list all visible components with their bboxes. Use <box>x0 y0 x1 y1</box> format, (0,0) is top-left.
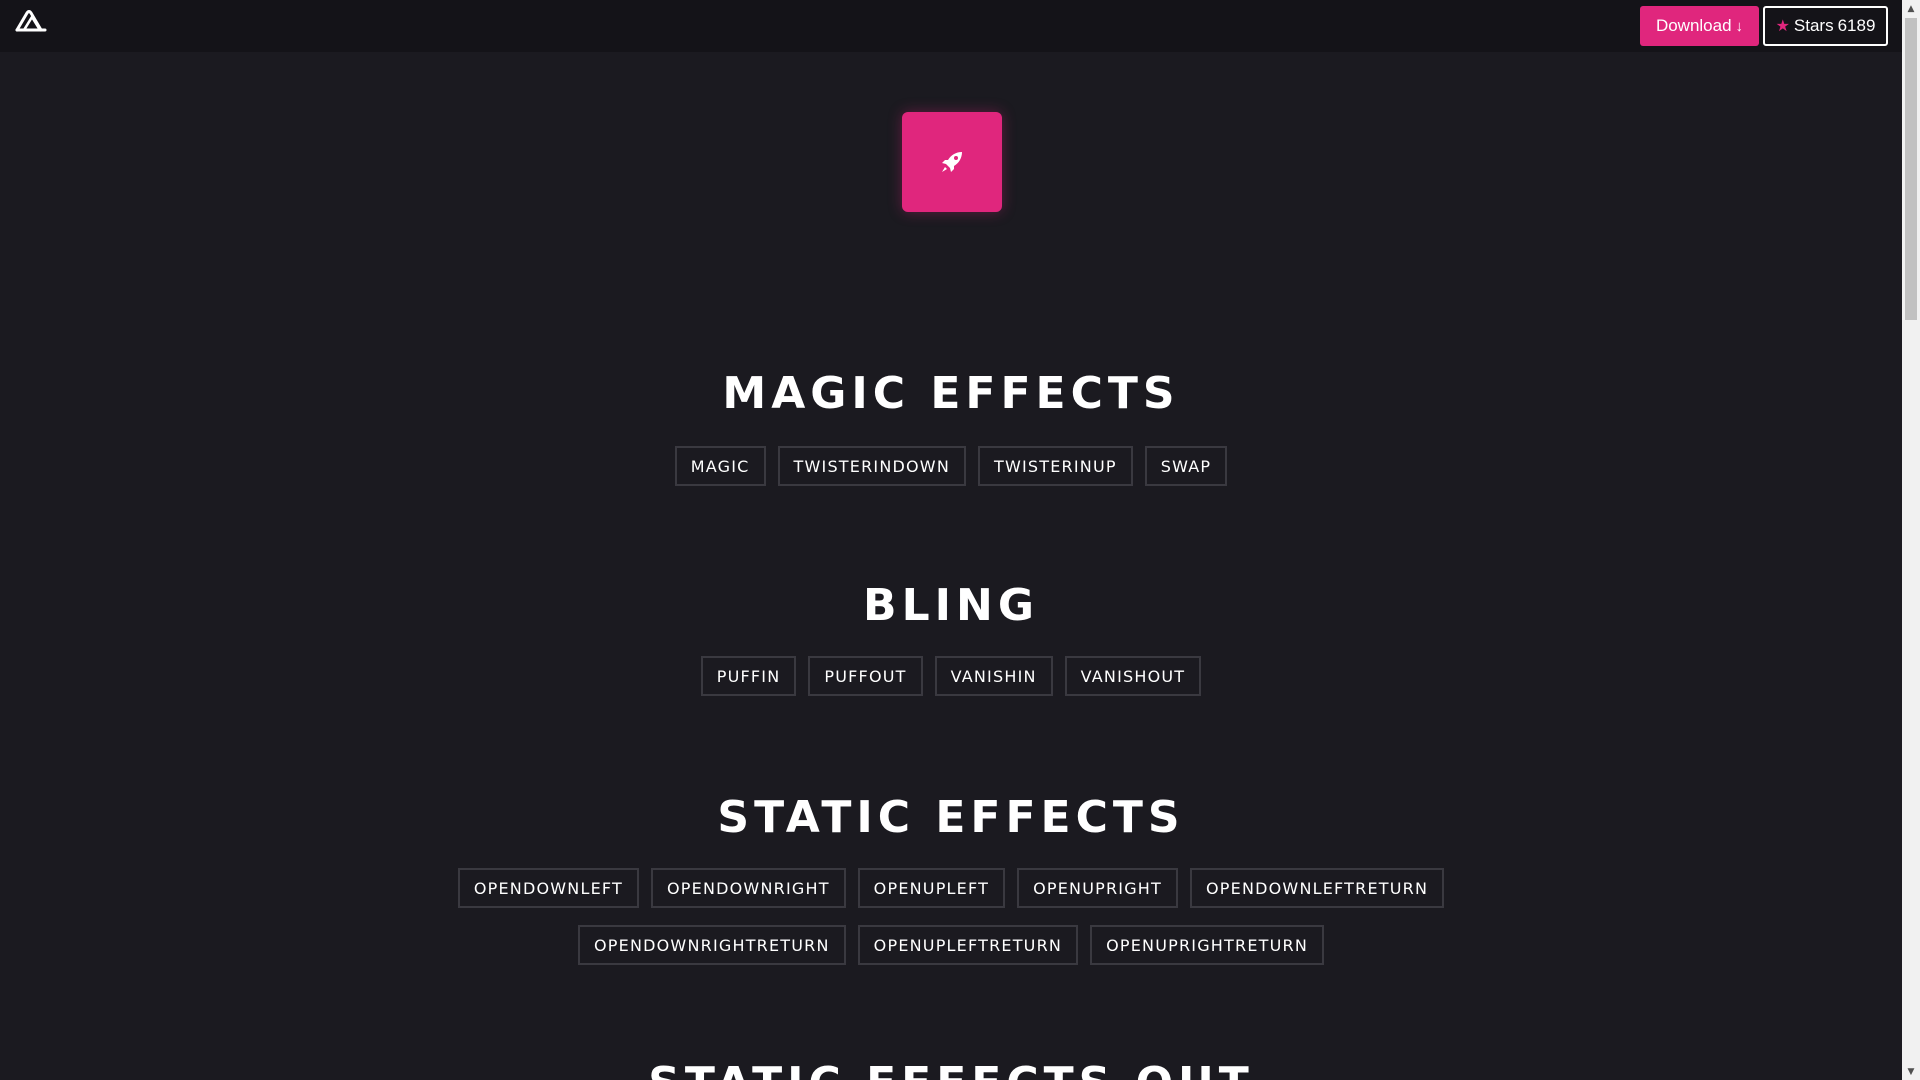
effect-button-puffout[interactable]: PUFFOUT <box>808 656 923 696</box>
effect-button-puffin[interactable]: PUFFIN <box>700 656 797 696</box>
scroll-down-arrow-icon[interactable]: ▼ <box>1902 1063 1920 1080</box>
effect-button-twisterinup[interactable]: TWISTERINUP <box>978 446 1133 486</box>
page: Download ↓ ★ Stars 6189 MAGIC EFFECTS MA… <box>0 0 1920 1080</box>
download-label: Download <box>1655 16 1732 35</box>
github-stars-button[interactable]: ★ Stars 6189 <box>1763 6 1888 46</box>
scroll-up-arrow-icon[interactable]: ▲ <box>1902 0 1920 17</box>
section-title: STATIC EFFECTS <box>717 792 1185 843</box>
button-row: MAGIC TWISTERINDOWN TWISTERINUP SWAP <box>0 446 1902 486</box>
effect-button-magic[interactable]: MAGIC <box>674 446 766 486</box>
effect-button-opendownrightreturn[interactable]: OPENDOWNRIGHTRETURN <box>578 925 846 965</box>
section-title-static-effects-out: STATIC EFFECTS OUT <box>0 1058 1902 1080</box>
effect-button-openuprightreturn[interactable]: OPENUPRIGHTRETURN <box>1090 925 1324 965</box>
section-bling: BLING PUFFIN PUFFOUT VANISHIN VANISHOUT <box>0 580 1902 696</box>
effect-button-opendownright[interactable]: OPENDOWNRIGHT <box>651 868 846 908</box>
top-navbar: Download ↓ ★ Stars 6189 <box>0 0 1902 52</box>
stars-label: Stars <box>1793 16 1834 35</box>
effect-button-vanishin[interactable]: VANISHIN <box>934 656 1053 696</box>
effect-button-openupleft[interactable]: OPENUPLEFT <box>857 868 1006 908</box>
star-icon: ★ <box>1775 18 1790 35</box>
effect-button-twisterindown[interactable]: TWISTERINDOWN <box>777 446 966 486</box>
effect-button-opendownleft[interactable]: OPENDOWNLEFT <box>457 868 639 908</box>
effect-button-swap[interactable]: SWAP <box>1144 446 1228 486</box>
rocket-icon <box>942 152 962 172</box>
download-button[interactable]: Download ↓ <box>1640 6 1759 46</box>
section-magic-effects: MAGIC EFFECTS MAGIC TWISTERINDOWN TWISTE… <box>0 368 1902 486</box>
button-row: PUFFIN PUFFOUT VANISHIN VANISHOUT <box>0 656 1902 696</box>
button-row: OPENDOWNLEFT OPENDOWNRIGHT OPENUPLEFT OP… <box>0 868 1902 908</box>
section-title: MAGIC EFFECTS <box>722 368 1180 419</box>
vertical-scrollbar[interactable]: ▲ ▼ <box>1902 0 1920 1080</box>
effect-button-openupleftreturn[interactable]: OPENUPLEFTRETURN <box>857 925 1079 965</box>
section-static-effects: STATIC EFFECTS OPENDOWNLEFT OPENDOWNRIGH… <box>0 792 1902 965</box>
scrollbar-thumb[interactable] <box>1905 18 1917 320</box>
stars-count: 6189 <box>1837 16 1876 35</box>
hero-animation-box <box>902 112 1002 212</box>
button-row: OPENDOWNRIGHTRETURN OPENUPLEFTRETURN OPE… <box>0 925 1902 965</box>
effect-button-openupright[interactable]: OPENUPRIGHT <box>1017 868 1178 908</box>
arrow-down-icon: ↓ <box>1735 17 1744 35</box>
logo-icon[interactable] <box>14 8 48 34</box>
effect-button-vanishout[interactable]: VANISHOUT <box>1064 656 1202 696</box>
effect-button-opendownleftreturn[interactable]: OPENDOWNLEFTRETURN <box>1190 868 1445 908</box>
section-title: BLING <box>863 580 1039 631</box>
